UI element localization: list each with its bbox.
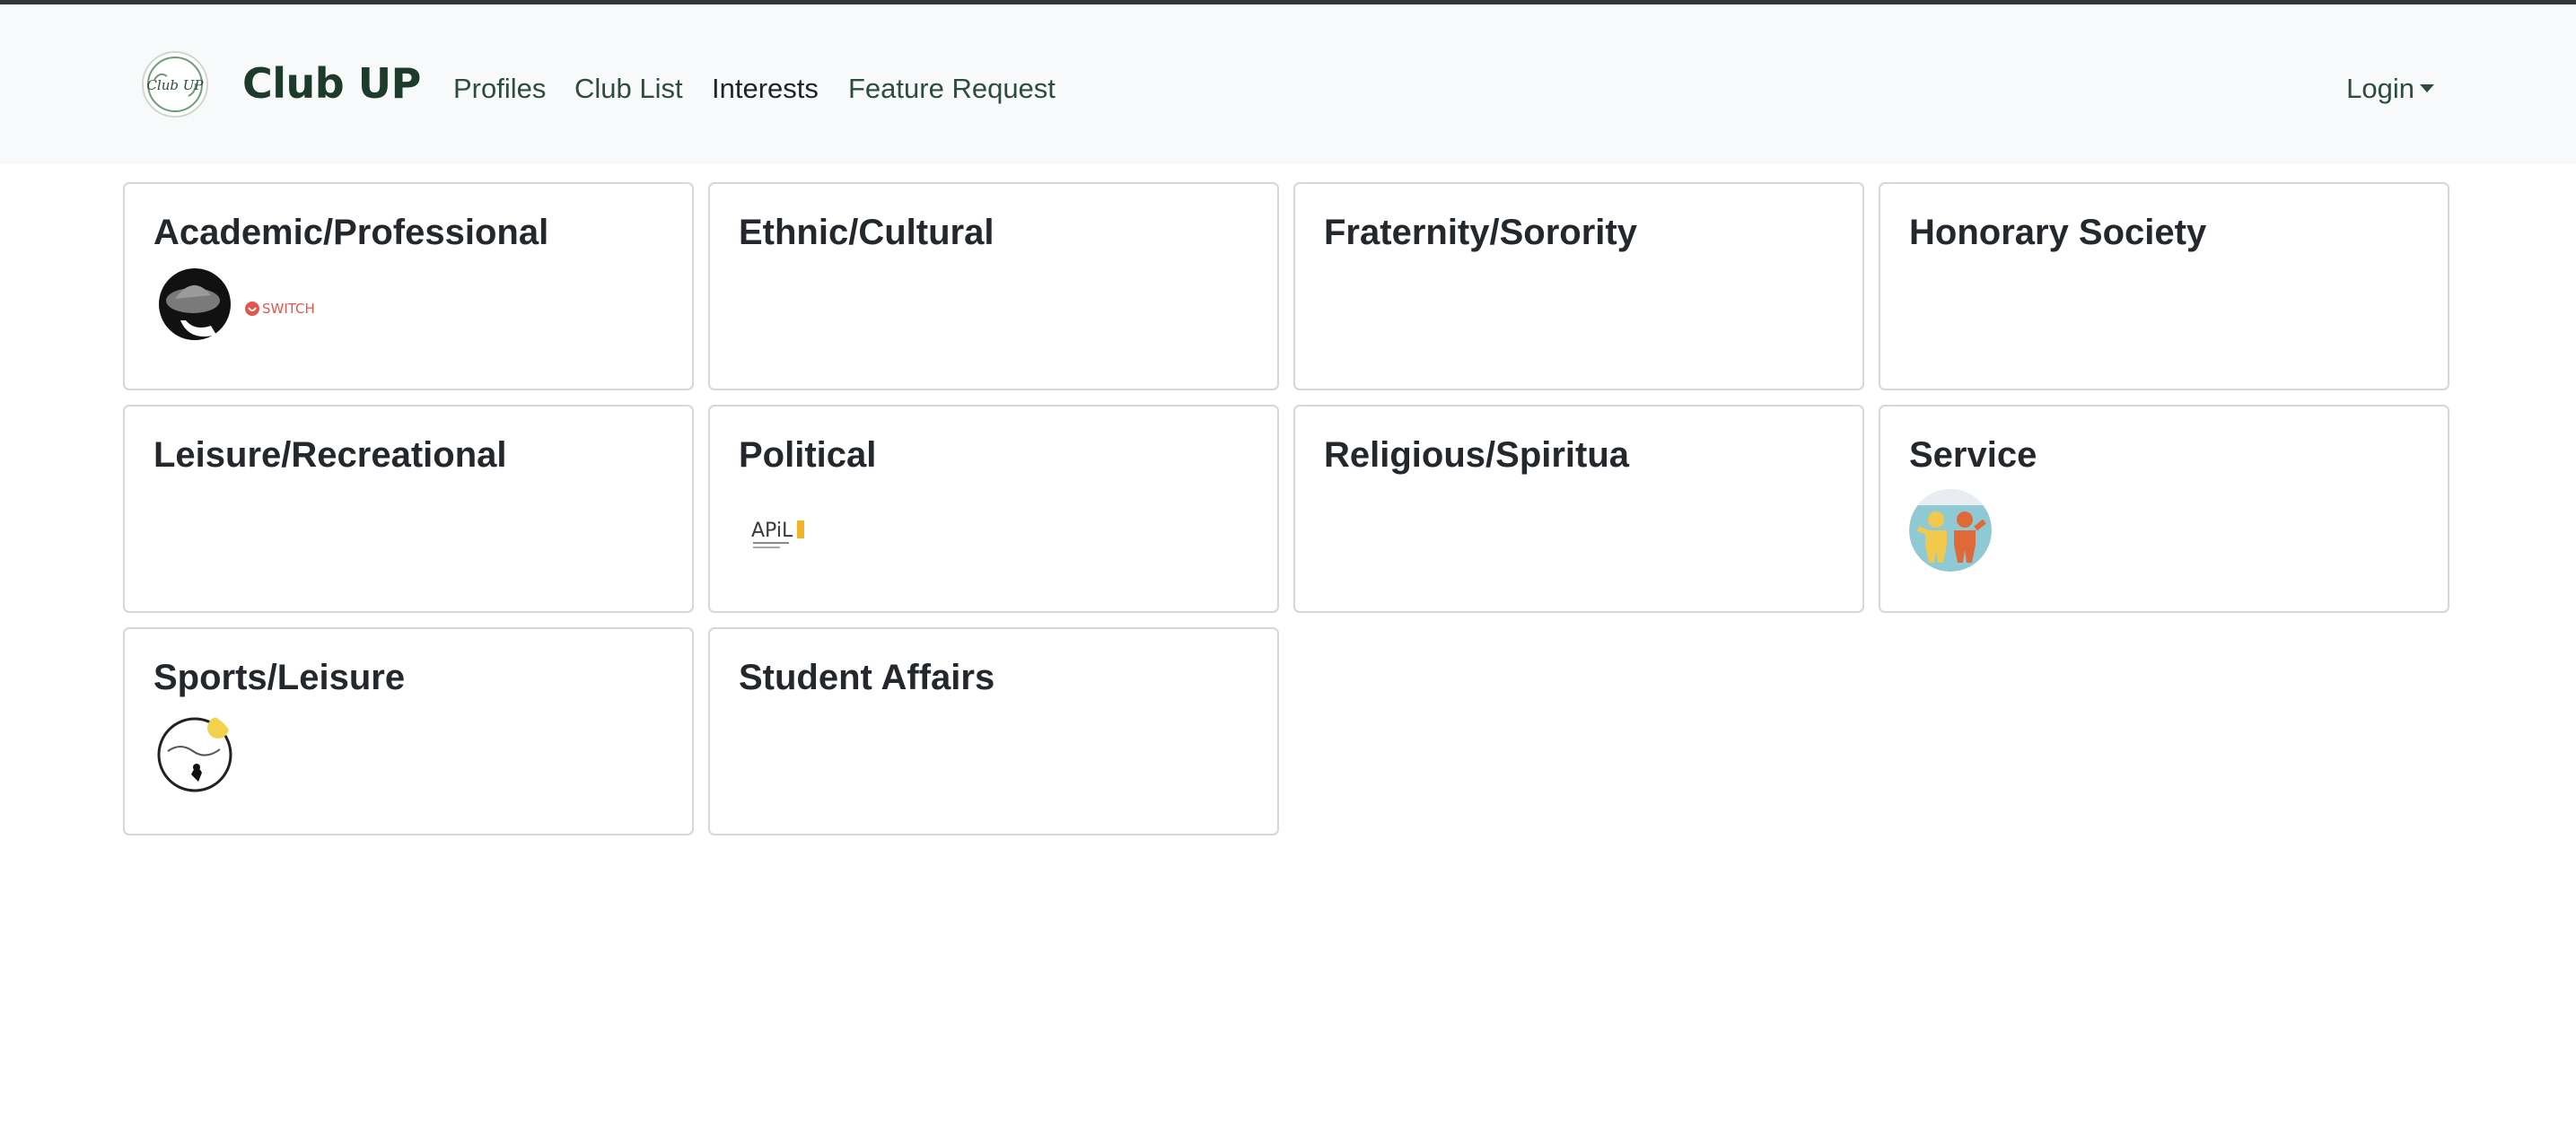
card-title: Sports/Leisure [153, 658, 406, 697]
caret-down-icon [2420, 84, 2434, 92]
hat-club-logo[interactable] [153, 267, 236, 349]
interest-card-honorary-society[interactable]: Honorary Society [1879, 182, 2449, 390]
card-title: Ethnic/Cultural [739, 213, 994, 252]
card-title: Service [1909, 435, 2037, 475]
nav-link-interests[interactable]: Interests [712, 71, 819, 107]
login-label: Login [2346, 73, 2414, 104]
switch-logo[interactable]: SWITCH [243, 285, 326, 330]
club-logos [153, 712, 663, 794]
interest-card-service[interactable]: Service [1879, 405, 2449, 613]
card-title: Honorary Society [1909, 213, 2207, 252]
card-title: Leisure/Recreational [153, 435, 507, 475]
svg-text:APiL: APiL [751, 520, 793, 542]
card-title: Religious/Spiritua [1324, 435, 1630, 475]
card-title: Student Affairs [739, 658, 995, 697]
nav-link-profiles[interactable]: Profiles [453, 71, 546, 107]
club-up-logo[interactable]: Club UP [142, 51, 208, 118]
navbar: Club UP Club UP Profiles Club List Inter… [0, 4, 2576, 164]
club-logos: SWITCH [153, 267, 663, 349]
interest-card-ethnic-cultural[interactable]: Ethnic/Cultural [708, 182, 1279, 390]
card-title: Academic/Professional [153, 213, 549, 252]
login-dropdown[interactable]: Login [2346, 71, 2434, 107]
nav-link-club-list[interactable]: Club List [574, 71, 683, 107]
interest-grid: Academic/Professional SWITCH Ethnic/Cult… [123, 182, 2449, 835]
card-title: Political [739, 435, 877, 475]
interest-card-student-affairs[interactable]: Student Affairs [708, 627, 1279, 835]
interest-card-sports-leisure[interactable]: Sports/Leisure [123, 627, 694, 835]
best-buddies-logo[interactable] [1909, 489, 1992, 572]
apil-logo[interactable]: APiL [748, 499, 810, 562]
svg-text:SWITCH: SWITCH [262, 301, 315, 317]
interest-card-fraternity-sorority[interactable]: Fraternity/Sorority [1293, 182, 1864, 390]
interest-card-academic-professional[interactable]: Academic/Professional SWITCH [123, 182, 694, 390]
brand-title[interactable]: Club UP [242, 55, 421, 112]
card-title: Fraternity/Sorority [1324, 213, 1637, 252]
club-logos [1909, 489, 2419, 572]
svg-text:Club UP: Club UP [146, 77, 204, 93]
club-logos: APiL [739, 489, 1249, 572]
interest-card-leisure-recreational[interactable]: Leisure/Recreational [123, 405, 694, 613]
interest-card-religious-spiritual[interactable]: Religious/Spiritua [1293, 405, 1864, 613]
dance-club-logo[interactable] [153, 712, 236, 794]
nav-link-feature-request[interactable]: Feature Request [848, 71, 1056, 107]
interest-card-political[interactable]: Political APiL [708, 405, 1279, 613]
